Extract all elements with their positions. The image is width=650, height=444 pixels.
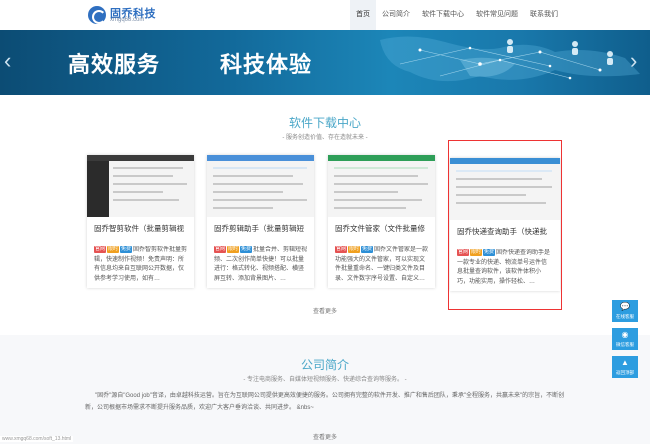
back-to-top-button[interactable]: ▲ 返回顶部	[612, 356, 638, 378]
nav-about[interactable]: 公司简介	[376, 0, 416, 30]
about-body-text: "固乔"源自"Good job"音译，由卓越科技运营。旨在为互联网公司提供更高效…	[85, 393, 565, 411]
widget-label: 微信客服	[616, 342, 634, 347]
downloads-more-link[interactable]: 查看更多	[0, 306, 650, 315]
nav-faq[interactable]: 软件常见问题	[470, 0, 524, 30]
tag-limited: 限时	[348, 246, 361, 253]
software-title[interactable]: 固乔剪辑助手（批量剪辑短	[214, 223, 308, 234]
banner-next-arrow[interactable]: ›	[630, 50, 637, 72]
software-screenshot[interactable]	[328, 155, 435, 217]
page: 固乔科技 xmgq68.com 首页 公司简介 软件下载中心 软件常见问题 联系…	[0, 0, 650, 444]
software-description: 官网 限时 免费 固乔文件管家是一款功能强大的文件管家，可以实现文件批量重命名、一键归…	[335, 246, 429, 284]
tag-limited: 限时	[227, 246, 240, 253]
brand-domain: xmgq68.com	[110, 17, 145, 23]
about-subtitle: - 专注电商服务、自媒体短视频服务、快递综合查询等服务。 -	[243, 377, 407, 383]
main-nav: 首页 公司简介 软件下载中心 软件常见问题 联系我们	[350, 0, 564, 30]
tag-official: 官网	[335, 246, 348, 253]
widget-label: 返回顶部	[616, 370, 634, 375]
nav-contact[interactable]: 联系我们	[524, 0, 564, 30]
banner-prev-arrow[interactable]: ‹	[4, 50, 11, 72]
banner-slogan-left: 高效服务	[68, 52, 161, 77]
logo-icon	[88, 6, 106, 24]
top-icon: ▲	[621, 358, 629, 367]
status-bar-url: www.xmgq68.com/soft_13.html	[0, 436, 74, 442]
software-description: 官网 限时 免费 批量合并、剪辑短视频、二次创作简单快捷！可以批量进行：格式转化、视频…	[214, 246, 308, 284]
software-description: 官网 限时 免费 固乔智剪软件批量剪辑，快速制作视频！免责声明：所有信息均来自互联网公…	[94, 246, 188, 284]
online-service-button[interactable]: 💬 在线客服	[612, 300, 638, 322]
logo[interactable]: 固乔科技 xmgq68.com	[88, 5, 168, 25]
software-card[interactable]: 固乔文件管家（文件批量修 官网 限时 免费 固乔文件管家是一款功能强大的文件管家，可以…	[328, 155, 435, 288]
hero-banner: ‹ 高效服务 科技体验 ›	[0, 30, 650, 95]
software-title[interactable]: 固乔文件管家（文件批量修	[335, 223, 429, 234]
nav-home[interactable]: 首页	[350, 0, 376, 30]
tag-free: 免费	[120, 246, 133, 253]
downloads-title: 软件下载中心	[288, 116, 361, 130]
banner-slogan-right: 科技体验	[220, 52, 313, 77]
software-card[interactable]: 固乔剪辑助手（批量剪辑短 官网 限时 免费 批量合并、剪辑短视频、二次创作简单快捷！可…	[207, 155, 314, 288]
widget-label: 在线客服	[616, 314, 634, 319]
tag-official: 官网	[94, 246, 107, 253]
tag-limited: 限时	[107, 246, 120, 253]
nav-downloads[interactable]: 软件下载中心	[416, 0, 470, 30]
header: 固乔科技 xmgq68.com 首页 公司简介 软件下载中心 软件常见问题 联系…	[0, 0, 650, 30]
software-card[interactable]: 固乔智剪软件（批量剪辑视 官网 限时 免费 固乔智剪软件批量剪辑，快速制作视频！免责声…	[87, 155, 194, 288]
software-screenshot[interactable]	[87, 155, 194, 217]
tag-free: 免费	[240, 246, 253, 253]
about-more-link[interactable]: 查看更多	[0, 432, 650, 441]
wechat-icon: ◉	[621, 330, 629, 339]
world-map-graphic	[380, 36, 640, 82]
chat-icon: 💬	[620, 302, 630, 311]
software-screenshot[interactable]	[207, 155, 314, 217]
tag-official: 官网	[214, 246, 227, 253]
highlight-outline	[448, 140, 562, 310]
about-title: 公司简介	[300, 358, 349, 372]
tag-free: 免费	[361, 246, 374, 253]
software-title[interactable]: 固乔智剪软件（批量剪辑视	[94, 223, 188, 234]
wechat-service-button[interactable]: ◉ 微信客服	[612, 328, 638, 350]
